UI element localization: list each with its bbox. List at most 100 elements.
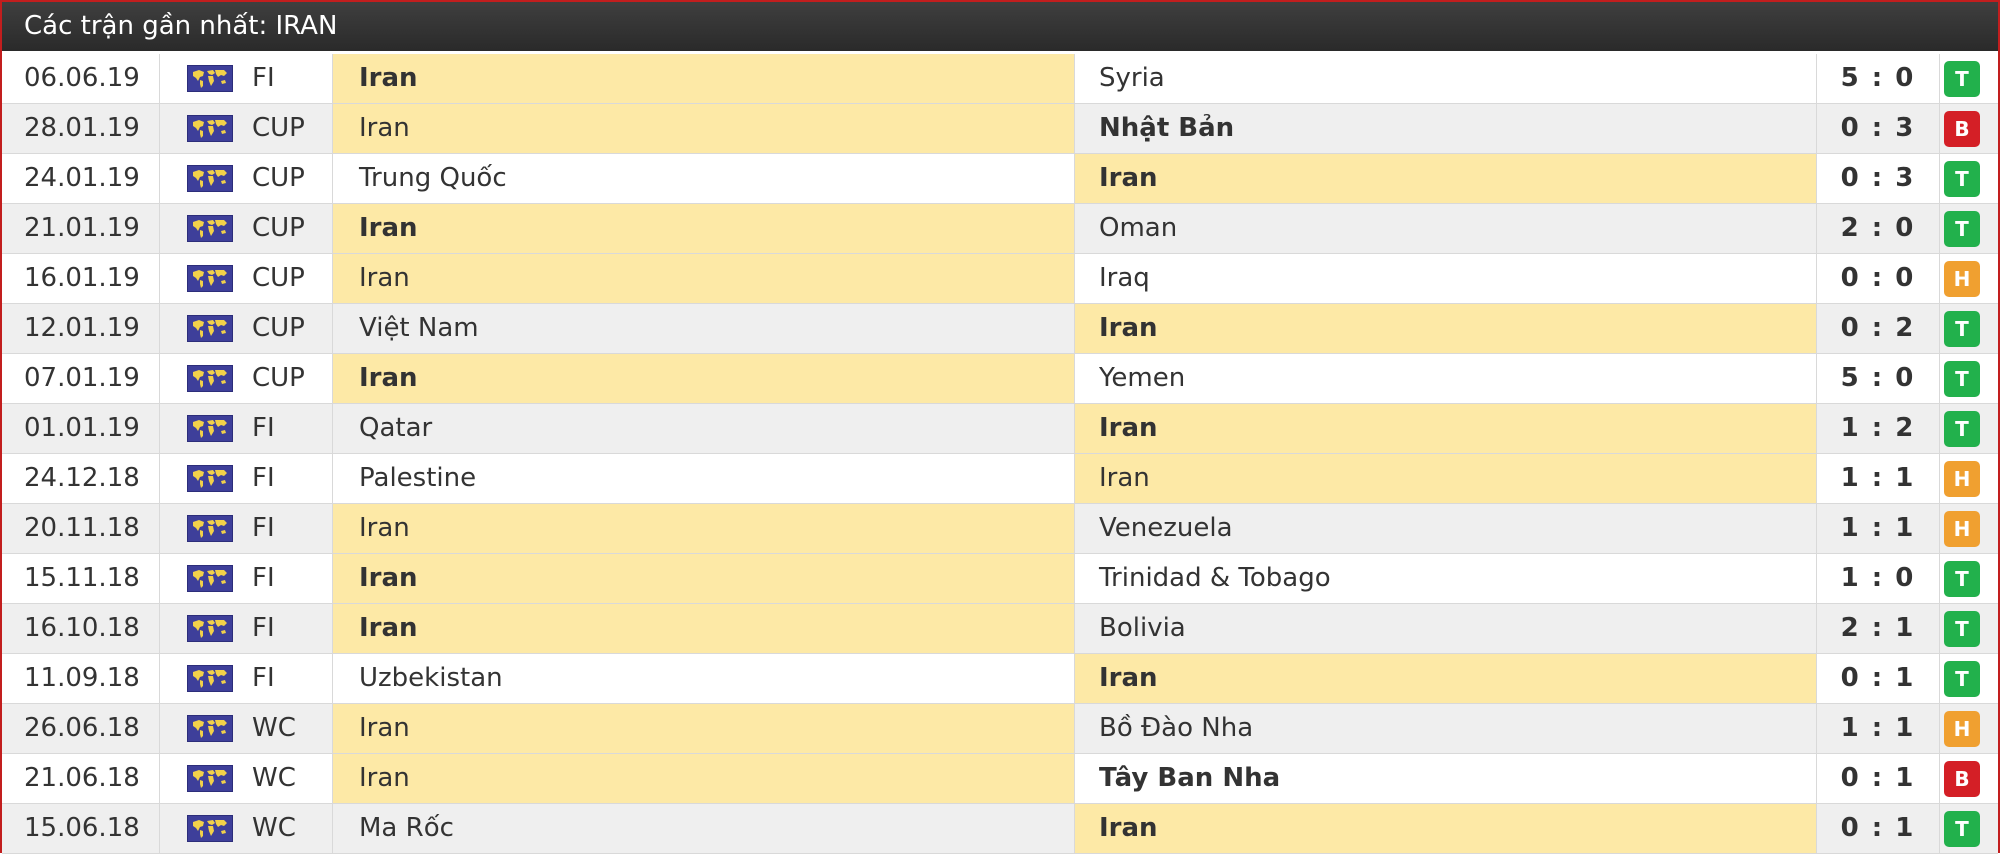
home-team[interactable]: Iran <box>332 554 1074 603</box>
away-team[interactable]: Yemen <box>1074 354 1816 403</box>
match-row[interactable]: 15.06.18 WC Ma Rốc Iran 0 : 1 T <box>2 804 1998 854</box>
result-cell: H <box>1940 254 1998 303</box>
match-score[interactable]: 0 : 3 <box>1816 104 1940 153</box>
competition-code: FI <box>252 63 275 93</box>
result-cell: T <box>1940 804 1998 853</box>
match-row[interactable]: 06.06.19 FI Iran Syria 5 : 0 T <box>2 54 1998 104</box>
away-team[interactable]: Bồ Đào Nha <box>1074 704 1816 753</box>
home-team[interactable]: Iran <box>332 604 1074 653</box>
away-team[interactable]: Nhật Bản <box>1074 104 1816 153</box>
matches-list: 06.06.19 FI Iran Syria 5 : 0 T 28.01.19 <box>2 54 1998 854</box>
competition-flag <box>187 404 235 453</box>
match-date: 15.11.18 <box>2 554 160 603</box>
match-date: 21.01.19 <box>2 204 160 253</box>
competition-flag <box>187 254 235 303</box>
away-team[interactable]: Iran <box>1074 154 1816 203</box>
match-score[interactable]: 0 : 1 <box>1816 654 1940 703</box>
result-cell: T <box>1940 654 1998 703</box>
match-score[interactable]: 0 : 1 <box>1816 754 1940 803</box>
match-row[interactable]: 21.01.19 CUP Iran Oman 2 : 0 T <box>2 204 1998 254</box>
competition-code: WC <box>252 813 296 843</box>
match-score[interactable]: 1 : 1 <box>1816 704 1940 753</box>
world-map-flag-icon <box>187 465 233 492</box>
result-cell: T <box>1940 204 1998 253</box>
home-team[interactable]: Việt Nam <box>332 304 1074 353</box>
world-map-flag-icon <box>187 215 233 242</box>
match-score[interactable]: 5 : 0 <box>1816 54 1940 103</box>
home-team[interactable]: Iran <box>332 704 1074 753</box>
match-row[interactable]: 20.11.18 FI Iran Venezuela 1 : 1 H <box>2 504 1998 554</box>
match-score[interactable]: 0 : 3 <box>1816 154 1940 203</box>
match-score[interactable]: 5 : 0 <box>1816 354 1940 403</box>
result-cell: T <box>1940 304 1998 353</box>
match-score[interactable]: 2 : 1 <box>1816 604 1940 653</box>
world-map-flag-icon <box>187 315 233 342</box>
match-score[interactable]: 0 : 2 <box>1816 304 1940 353</box>
match-score[interactable]: 1 : 1 <box>1816 504 1940 553</box>
home-team[interactable]: Ma Rốc <box>332 804 1074 853</box>
match-row[interactable]: 21.06.18 WC Iran Tây Ban Nha 0 : 1 B <box>2 754 1998 804</box>
away-team[interactable]: Iran <box>1074 304 1816 353</box>
match-row[interactable]: 16.10.18 FI Iran Bolivia 2 : 1 T <box>2 604 1998 654</box>
match-row[interactable]: 24.01.19 CUP Trung Quốc Iran 0 : 3 T <box>2 154 1998 204</box>
away-team[interactable]: Syria <box>1074 54 1816 103</box>
match-row[interactable]: 12.01.19 CUP Việt Nam Iran 0 : 2 T <box>2 304 1998 354</box>
match-date: 07.01.19 <box>2 354 160 403</box>
competition-code: WC <box>252 763 296 793</box>
home-team[interactable]: Iran <box>332 104 1074 153</box>
result-badge: T <box>1944 811 1980 847</box>
match-score[interactable]: 0 : 1 <box>1816 804 1940 853</box>
match-score[interactable]: 2 : 0 <box>1816 204 1940 253</box>
competition-code: CUP <box>252 363 305 393</box>
competition-code: WC <box>252 713 296 743</box>
match-date: 26.06.18 <box>2 704 160 753</box>
home-team[interactable]: Iran <box>332 504 1074 553</box>
match-score[interactable]: 0 : 0 <box>1816 254 1940 303</box>
competition-flag <box>187 154 235 203</box>
home-team[interactable]: Palestine <box>332 454 1074 503</box>
home-team[interactable]: Iran <box>332 254 1074 303</box>
away-team[interactable]: Tây Ban Nha <box>1074 754 1816 803</box>
home-team[interactable]: Iran <box>332 354 1074 403</box>
competition-flag <box>187 504 235 553</box>
away-team[interactable]: Bolivia <box>1074 604 1816 653</box>
result-badge: T <box>1944 211 1980 247</box>
result-cell: H <box>1940 704 1998 753</box>
match-row[interactable]: 15.11.18 FI Iran Trinidad & Tobago 1 : 0… <box>2 554 1998 604</box>
panel-title: Các trận gần nhất: IRAN <box>2 2 1998 51</box>
home-team[interactable]: Iran <box>332 204 1074 253</box>
world-map-flag-icon <box>187 365 233 392</box>
home-team[interactable]: Uzbekistan <box>332 654 1074 703</box>
home-team[interactable]: Iran <box>332 54 1074 103</box>
match-row[interactable]: 16.01.19 CUP Iran Iraq 0 : 0 H <box>2 254 1998 304</box>
match-score[interactable]: 1 : 2 <box>1816 404 1940 453</box>
competition-code: CUP <box>252 263 305 293</box>
away-team[interactable]: Trinidad & Tobago <box>1074 554 1816 603</box>
home-team[interactable]: Trung Quốc <box>332 154 1074 203</box>
away-team[interactable]: Iran <box>1074 404 1816 453</box>
result-badge: T <box>1944 611 1980 647</box>
away-team[interactable]: Iraq <box>1074 254 1816 303</box>
match-row[interactable]: 24.12.18 FI Palestine Iran 1 : 1 H <box>2 454 1998 504</box>
home-team[interactable]: Iran <box>332 754 1074 803</box>
home-team[interactable]: Qatar <box>332 404 1074 453</box>
competition-flag <box>187 804 235 853</box>
world-map-flag-icon <box>187 765 233 792</box>
match-row[interactable]: 07.01.19 CUP Iran Yemen 5 : 0 T <box>2 354 1998 404</box>
match-row[interactable]: 01.01.19 FI Qatar Iran 1 : 2 T <box>2 404 1998 454</box>
away-team[interactable]: Venezuela <box>1074 504 1816 553</box>
match-row[interactable]: 28.01.19 CUP Iran Nhật Bản 0 : 3 B <box>2 104 1998 154</box>
match-row[interactable]: 11.09.18 FI Uzbekistan Iran 0 : 1 T <box>2 654 1998 704</box>
result-badge: T <box>1944 661 1980 697</box>
world-map-flag-icon <box>187 265 233 292</box>
away-team[interactable]: Iran <box>1074 654 1816 703</box>
competition-code: CUP <box>252 213 305 243</box>
away-team[interactable]: Oman <box>1074 204 1816 253</box>
world-map-flag-icon <box>187 715 233 742</box>
match-row[interactable]: 26.06.18 WC Iran Bồ Đào Nha 1 : 1 H <box>2 704 1998 754</box>
away-team[interactable]: Iran <box>1074 804 1816 853</box>
match-score[interactable]: 1 : 0 <box>1816 554 1940 603</box>
away-team[interactable]: Iran <box>1074 454 1816 503</box>
match-score[interactable]: 1 : 1 <box>1816 454 1940 503</box>
result-badge: T <box>1944 411 1980 447</box>
